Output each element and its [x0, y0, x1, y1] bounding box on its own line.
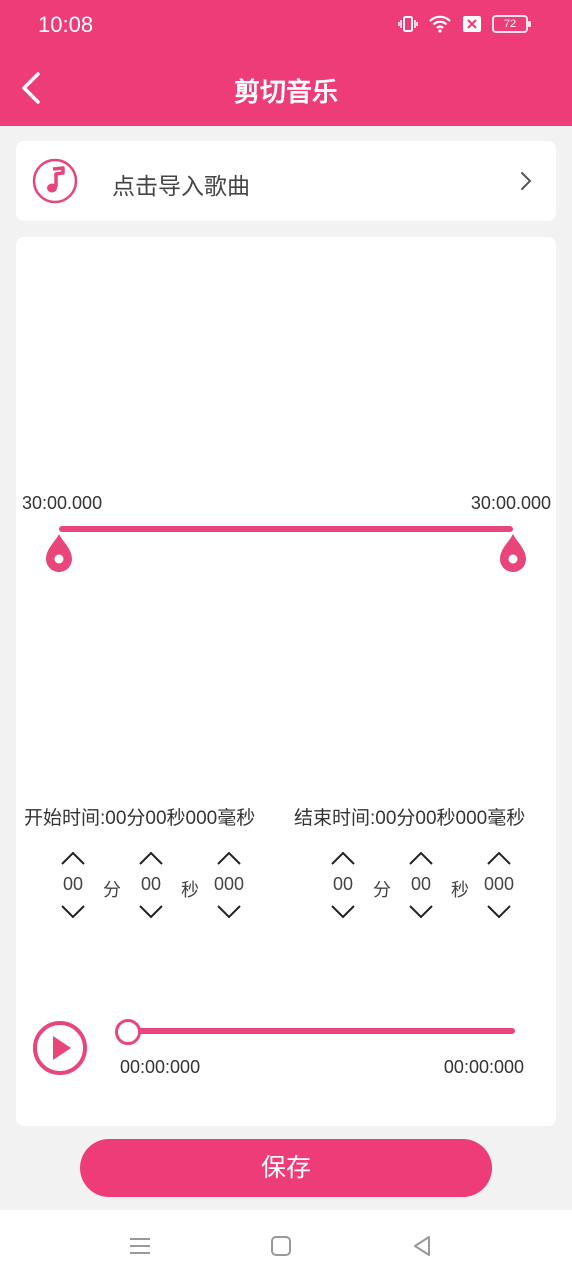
page-title: 剪切音乐 — [233, 77, 338, 107]
current-time: 00:00:000 — [120, 1057, 201, 1077]
end-min-unit: 分 — [373, 880, 391, 900]
end-ms-value: 000 — [483, 874, 515, 894]
home-icon[interactable] — [269, 1234, 293, 1258]
end-sec-value: 00 — [410, 874, 432, 894]
music-note-icon — [32, 158, 78, 204]
chevron-down-icon[interactable] — [138, 904, 164, 920]
battery-icon: 72 — [492, 15, 531, 33]
chevron-up-icon[interactable] — [486, 850, 512, 866]
end-time-label: 结束时间:00分00秒000毫秒 — [294, 808, 526, 829]
start-time-label: 开始时间:00分00秒000毫秒 — [24, 808, 256, 829]
sim-blocked-icon — [463, 16, 481, 32]
range-start-handle[interactable] — [44, 532, 74, 574]
vibrate-icon — [398, 16, 418, 32]
back-nav-icon[interactable] — [410, 1234, 434, 1258]
playback-knob[interactable] — [115, 1019, 141, 1045]
end-sec-stepper: 00 — [396, 850, 446, 920]
playback-track[interactable] — [128, 1028, 515, 1034]
start-min-stepper: 00 — [48, 850, 98, 920]
chevron-down-icon[interactable] — [330, 904, 356, 920]
status-icons: 72 — [398, 14, 531, 34]
start-sec-value: 00 — [140, 874, 162, 894]
menu-icon[interactable] — [128, 1234, 152, 1258]
status-bar: 10:08 72 — [0, 0, 572, 50]
range-start-label: 30:00.000 — [22, 493, 103, 513]
chevron-down-icon[interactable] — [408, 904, 434, 920]
editor-card — [16, 237, 556, 1126]
chevron-up-icon[interactable] — [330, 850, 356, 866]
start-min-unit: 分 — [103, 880, 121, 900]
start-sec-unit: 秒 — [181, 880, 199, 900]
chevron-down-icon[interactable] — [60, 904, 86, 920]
chevron-down-icon[interactable] — [216, 904, 242, 920]
start-ms-value: 000 — [213, 874, 245, 894]
import-song-card[interactable]: 点击导入歌曲 — [16, 141, 556, 221]
end-sec-unit: 秒 — [451, 880, 469, 900]
app-bar: 剪切音乐 — [0, 50, 572, 126]
start-min-value: 00 — [62, 874, 84, 894]
status-time: 10:08 — [38, 12, 94, 37]
play-button[interactable] — [32, 1020, 88, 1076]
range-track[interactable] — [59, 526, 513, 532]
range-end-label: 30:00.000 — [470, 493, 551, 513]
end-ms-stepper: 000 — [474, 850, 524, 920]
start-sec-stepper: 00 — [126, 850, 176, 920]
import-song-label: 点击导入歌曲 — [112, 173, 250, 199]
end-min-stepper: 00 — [318, 850, 368, 920]
end-min-value: 00 — [332, 874, 354, 894]
wifi-icon — [429, 15, 451, 33]
chevron-up-icon[interactable] — [408, 850, 434, 866]
start-ms-stepper: 000 — [204, 850, 254, 920]
range-end-handle[interactable] — [498, 532, 528, 574]
chevron-up-icon[interactable] — [216, 850, 242, 866]
chevron-right-icon — [521, 172, 532, 190]
chevron-up-icon[interactable] — [138, 850, 164, 866]
chevron-up-icon[interactable] — [60, 850, 86, 866]
save-button[interactable]: 保存 — [80, 1139, 492, 1197]
chevron-down-icon[interactable] — [486, 904, 512, 920]
system-nav-bar — [0, 1210, 572, 1280]
total-time: 00:00:000 — [443, 1057, 524, 1077]
